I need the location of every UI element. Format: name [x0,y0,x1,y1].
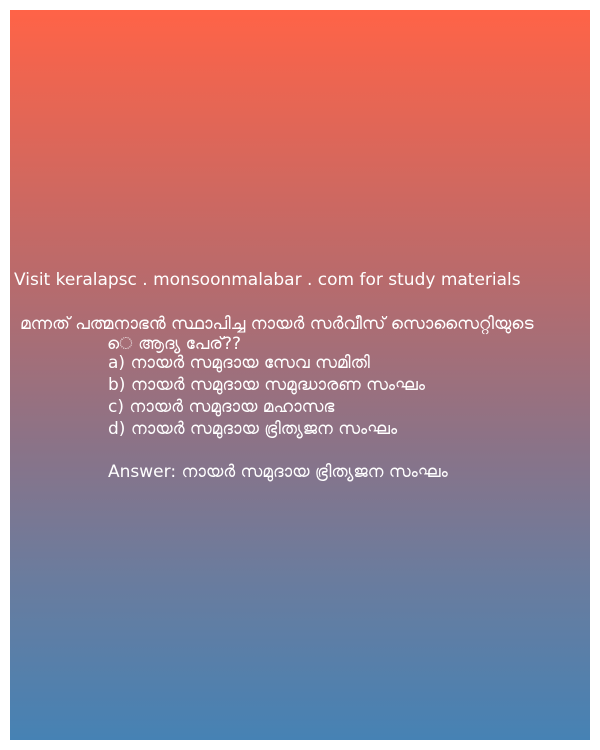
answer-text: Answer: നായർ സമുദായ ഭ്രിത്യജന സംഘം [108,462,448,482]
options-list: a) നായർ സമുദായ സേവ സമിതി b) നായർ സമുദായ … [108,352,425,440]
option-b: b) നായർ സമുദായ സമുദ്ധാരണ സംഘം [108,375,425,395]
option-d: d) നായർ സമുദായ ഭ്രിത്യജന സംഘം [108,419,398,439]
site-promo-text: Visit keralapsc . monsoonmalabar . com f… [14,270,521,290]
question-line-2: െ ആദ്യ പേര്?? [107,334,242,354]
question-card: Visit keralapsc . monsoonmalabar . com f… [10,10,590,740]
question-text: മന്നത് പത്മനാഭൻ സ്ഥാപിച്ച നായർ സർവീസ് സൊ… [20,314,588,354]
question-line-1: മന്നത് പത്മനാഭൻ സ്ഥാപിച്ച നായർ സർവീസ് സൊ… [20,314,534,334]
option-a: a) നായർ സമുദായ സേവ സമിതി [108,353,370,373]
option-c: c) നായർ സമുദായ മഹാസഭ [108,397,335,417]
